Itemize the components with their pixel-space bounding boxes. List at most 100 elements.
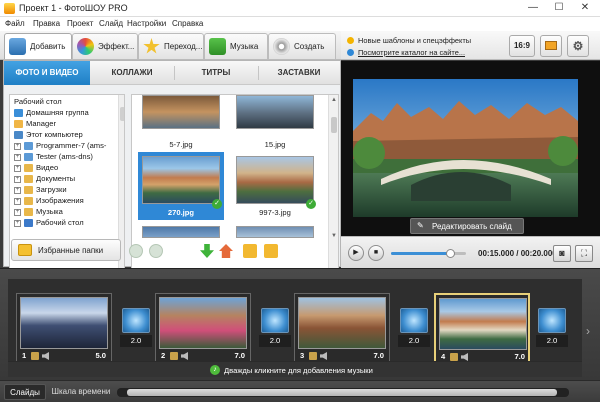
thumbnail-image[interactable] xyxy=(236,226,314,238)
computer-icon xyxy=(14,131,23,139)
slide-number: 2 xyxy=(161,351,166,360)
tab-transitions-label: Переход... xyxy=(164,42,203,51)
expand-icon[interactable]: + xyxy=(14,176,21,183)
slide-item[interactable]: 1 5.0 xyxy=(16,293,112,363)
slide-thumbnail[interactable] xyxy=(439,298,527,350)
slide-item[interactable]: 2 7.0 xyxy=(155,293,251,363)
pencil-icon[interactable] xyxy=(31,352,39,360)
promo-line: Новые шаблоны и спецэффекты xyxy=(347,36,471,45)
timeline-scroll-thumb[interactable] xyxy=(127,389,557,396)
speaker-icon[interactable] xyxy=(181,352,188,360)
frame-icon xyxy=(545,41,557,50)
thumbnail-caption: 270.jpg xyxy=(167,208,195,217)
music-track[interactable]: ♪ Дважды кликните для добавления музыки xyxy=(8,361,582,377)
tab-slides[interactable]: Слайды xyxy=(4,384,46,400)
menu-help[interactable]: Справка xyxy=(172,19,203,28)
next-icon[interactable] xyxy=(149,244,163,258)
prev-icon[interactable] xyxy=(129,244,143,258)
pencil-icon[interactable] xyxy=(309,352,317,360)
folder-icon xyxy=(24,175,33,183)
thumbnail-grid[interactable]: 5-7.jpg 15.jpg ✓ 270.jpg ✓ 997-3.jpg ▲ ▼ xyxy=(131,94,339,290)
folder-open-icon[interactable] xyxy=(264,244,278,258)
star-icon xyxy=(143,38,160,54)
expand-icon[interactable]: + xyxy=(14,187,21,194)
folder-star-icon xyxy=(18,244,32,256)
maximize-button[interactable]: ☐ xyxy=(546,0,572,17)
thumbnail-scroll-thumb[interactable] xyxy=(331,117,337,133)
subtab-intros[interactable]: ЗАСТАВКИ xyxy=(258,61,340,85)
thumbnail-image[interactable] xyxy=(142,95,220,129)
subtab-titles[interactable]: ТИТРЫ xyxy=(174,61,258,85)
expand-icon[interactable]: + xyxy=(14,143,21,150)
gear-icon: ⚙ xyxy=(572,39,584,53)
minimize-button[interactable]: — xyxy=(520,0,546,17)
scroll-down-icon[interactable]: ▼ xyxy=(330,233,338,241)
scroll-up-icon[interactable]: ▲ xyxy=(330,97,338,105)
tab-music[interactable]: Музыка xyxy=(204,33,268,59)
transition-item[interactable]: 2.0 xyxy=(259,307,291,351)
tree-scroll-thumb[interactable] xyxy=(120,107,124,121)
expand-icon[interactable]: + xyxy=(14,154,21,161)
heart-transition-icon xyxy=(122,308,150,333)
thumbnail-caption: 997-3.jpg xyxy=(259,208,291,217)
tree-item-label: Programmer-7 (ams- xyxy=(36,141,107,150)
tree-item-label: Видео xyxy=(36,163,59,172)
stop-button[interactable]: ■ xyxy=(368,245,384,261)
settings-button[interactable]: ⚙ xyxy=(567,35,589,57)
menu-slide[interactable]: Слайд xyxy=(99,19,123,28)
tab-create[interactable]: Создать xyxy=(268,33,336,59)
tab-add[interactable]: Добавить xyxy=(4,33,72,59)
speaker-icon[interactable] xyxy=(461,353,468,361)
timeline-scrollbar[interactable] xyxy=(117,388,569,397)
speaker-icon[interactable] xyxy=(320,352,327,360)
transition-item[interactable]: 2.0 xyxy=(120,307,152,351)
close-button[interactable]: ✕ xyxy=(572,0,598,17)
menu-file[interactable]: Файл xyxy=(5,19,25,28)
play-button[interactable]: ▶ xyxy=(348,245,364,261)
transition-item[interactable]: 2.0 xyxy=(536,307,568,351)
expand-icon[interactable]: + xyxy=(14,198,21,205)
fullscreen-button[interactable]: ⛶ xyxy=(575,245,593,262)
favorite-folders-button[interactable]: Избранные папки xyxy=(11,239,121,261)
expand-icon[interactable]: + xyxy=(14,209,21,216)
thumbnail-image[interactable] xyxy=(236,156,314,204)
fit-frame-button[interactable] xyxy=(540,35,562,57)
slide-item[interactable]: 3 7.0 xyxy=(294,293,390,363)
catalog-link[interactable]: Посмотрите каталог на сайте... xyxy=(347,48,465,57)
snapshot-button[interactable]: ◙ xyxy=(553,245,571,262)
expand-icon[interactable]: + xyxy=(14,220,21,227)
transition-icon xyxy=(538,308,566,333)
slide-info-bar: 1 5.0 xyxy=(20,351,108,361)
aspect-ratio-button[interactable]: 16:9 xyxy=(509,35,535,57)
slide-thumbnail[interactable] xyxy=(298,297,386,349)
slide-number: 3 xyxy=(300,351,305,360)
menu-edit[interactable]: Правка xyxy=(33,19,60,28)
seek-handle[interactable] xyxy=(445,249,455,258)
subtab-collages[interactable]: КОЛЛАЖИ xyxy=(90,61,174,85)
folder-add-icon[interactable] xyxy=(243,244,257,258)
menu-settings[interactable]: Настройки xyxy=(127,19,166,28)
thumbnail-image[interactable] xyxy=(236,95,314,129)
thumbnail-image[interactable] xyxy=(142,226,220,238)
slide-thumbnail[interactable] xyxy=(20,297,108,349)
tab-transitions[interactable]: Переход... xyxy=(138,33,204,59)
chevron-right-icon[interactable]: › xyxy=(586,324,590,338)
speaker-icon[interactable] xyxy=(42,352,49,360)
subtab-photo-video[interactable]: ФОТО И ВИДЕО xyxy=(4,61,90,85)
slide-thumbnail[interactable] xyxy=(159,297,247,349)
edit-slide-button[interactable]: ✎ Редактировать слайд xyxy=(410,218,524,234)
thumbnail-scrollbar[interactable]: ▲ ▼ xyxy=(328,95,338,289)
thumbnail-image[interactable] xyxy=(142,156,220,204)
folder-icon xyxy=(24,208,33,216)
seek-bar[interactable] xyxy=(391,249,466,258)
pencil-icon[interactable] xyxy=(170,352,178,360)
tab-effects[interactable]: Эффект... xyxy=(72,33,138,59)
network-drive-icon xyxy=(24,153,33,161)
tree-item-label: Tester (ams-dns) xyxy=(36,152,93,161)
slide-item-selected[interactable]: 4 7.0 xyxy=(434,293,530,363)
expand-icon[interactable]: + xyxy=(14,165,21,172)
menu-project[interactable]: Проект xyxy=(67,19,93,28)
transition-item[interactable]: 2.0 xyxy=(398,307,430,351)
tab-timeline[interactable]: Шкала времени xyxy=(48,384,114,400)
pencil-icon[interactable] xyxy=(450,353,458,361)
